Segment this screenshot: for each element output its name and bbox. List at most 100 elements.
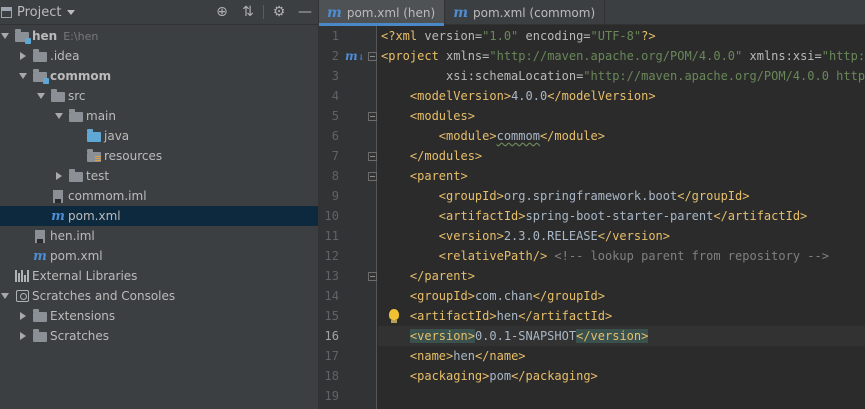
line-number: 18 <box>324 369 339 383</box>
maven-module-icon[interactable]: m↓ <box>345 49 364 63</box>
fold-end-icon[interactable] <box>368 152 377 161</box>
gutter-line: 17 <box>319 346 376 366</box>
tree-item-label: pom.xml <box>50 249 103 263</box>
fold-collapse-icon[interactable] <box>368 52 377 61</box>
chevron-down-icon[interactable] <box>18 66 28 86</box>
code-line[interactable]: xsi:schemaLocation="http://maven.apache.… <box>378 66 865 86</box>
fold-end-icon[interactable] <box>368 272 377 281</box>
tree-item[interactable]: resources <box>0 146 318 166</box>
code-line[interactable]: <modelVersion>4.0.0</modelVersion> <box>378 86 865 106</box>
code-token: xsi:schemaLocation= <box>381 69 584 83</box>
tree-item[interactable]: main <box>0 106 318 126</box>
toolbar-separator <box>263 5 264 19</box>
code-line[interactable]: <groupId>org.springframework.boot</group… <box>378 186 865 206</box>
tree-item[interactable]: commom <box>0 66 318 86</box>
code-line[interactable]: <relativePath/> <!-- lookup parent from … <box>378 246 865 266</box>
tree-item[interactable]: java <box>0 126 318 146</box>
code-token: </modules> <box>409 149 483 163</box>
hide-button[interactable]: — <box>292 0 318 25</box>
resources-folder-icon <box>86 146 102 166</box>
chevron-right-icon[interactable] <box>18 46 28 66</box>
code-token: com.chan <box>474 289 533 303</box>
code-line[interactable]: <version>0.0.1-SNAPSHOT</version> <box>378 326 865 346</box>
tree-item[interactable]: hen E:\hen <box>0 26 318 46</box>
editor-tab-label: pom.xml (hen) <box>346 5 436 20</box>
code-token: commom <box>496 129 540 143</box>
code-token: <groupId> <box>438 189 504 203</box>
gutter-line: 6 <box>319 126 376 146</box>
code-line[interactable]: <project xmlns="http://maven.apache.org/… <box>378 46 865 66</box>
chevron-down-icon[interactable] <box>0 26 10 46</box>
code-line[interactable]: </modules> <box>378 146 865 166</box>
code-token: </artifactId> <box>713 209 808 223</box>
tree-item[interactable]: Scratches <box>0 326 318 346</box>
tree-item[interactable]: test <box>0 166 318 186</box>
code-line[interactable]: <?xml version="1.0" encoding="UTF-8"?> <box>378 26 865 46</box>
code-token: <artifactId> <box>438 209 526 223</box>
code-line[interactable]: <module>commom</module> <box>378 126 865 146</box>
code-line[interactable]: <artifactId>hen</artifactId> <box>378 306 865 326</box>
tree-item[interactable]: Extensions <box>0 306 318 326</box>
chevron-down-icon[interactable] <box>54 106 64 126</box>
code-token: <modelVersion> <box>409 89 512 103</box>
editor-tab[interactable]: m pom.xml (commom) <box>445 0 606 25</box>
tree-item[interactable]: m pom.xml <box>0 206 318 226</box>
project-tool-window: Project ⊕ ⇅ ⚙ — hen E:\hen .idea commom src main… <box>0 0 318 409</box>
line-number: 12 <box>324 249 339 263</box>
project-window-icon <box>1 6 12 18</box>
line-number: 8 <box>331 169 339 183</box>
chevron-down-icon[interactable] <box>36 86 46 106</box>
fold-collapse-icon[interactable] <box>368 172 377 181</box>
code-token: <parent> <box>409 169 468 183</box>
tree-item[interactable]: External Libraries <box>0 266 318 286</box>
line-number: 10 <box>324 209 339 223</box>
code-line[interactable]: <parent> <box>378 166 865 186</box>
code-line[interactable]: <groupId>com.chan</groupId> <box>378 286 865 306</box>
code-line[interactable]: </parent> <box>378 266 865 286</box>
code-line[interactable] <box>378 386 865 406</box>
folder-icon <box>68 166 84 186</box>
code-token: </version> <box>576 329 649 343</box>
chevron-down-icon[interactable] <box>0 286 10 306</box>
code-token: xmlns= <box>446 49 490 63</box>
iml-file-icon <box>32 226 48 246</box>
code-lines[interactable]: <?xml version="1.0" encoding="UTF-8"?> <p… <box>378 26 865 409</box>
collapse-all-button[interactable]: ⇅ <box>235 0 261 25</box>
code-editor[interactable]: 1 2 m↓ 3 4 5 6 7 8 9 10 11 12 13 14 15 16 17 18 19 <?xml ve… <box>319 26 865 409</box>
chevron-right-icon[interactable] <box>18 306 28 326</box>
tree-item[interactable]: hen.iml <box>0 226 318 246</box>
code-line[interactable]: <artifactId>spring-boot-starter-parent</… <box>378 206 865 226</box>
project-view-selector[interactable]: Project <box>0 0 76 25</box>
tree-item[interactable]: .idea <box>0 46 318 66</box>
code-line[interactable]: <version>2.3.0.RELEASE</version> <box>378 226 865 246</box>
tree-item[interactable]: Scratches and Consoles <box>0 286 318 306</box>
tree-item-label: java <box>104 129 130 143</box>
tree-item-label: hen <box>32 29 58 43</box>
tree-item[interactable]: commom.iml <box>0 186 318 206</box>
gear-icon: ⚙ <box>272 4 286 20</box>
code-token: 0.0.1-SNAPSHOT <box>474 329 577 343</box>
code-token: </module> <box>539 129 605 143</box>
intention-bulb-icon[interactable] <box>389 309 399 323</box>
gear-button[interactable]: ⚙ <box>266 0 292 25</box>
code-token: </version> <box>597 229 670 243</box>
folder-icon <box>50 86 66 106</box>
chevron-right-icon[interactable] <box>18 326 28 346</box>
code-token: "UTF-8" <box>590 29 642 43</box>
crosshair-button[interactable]: ⊕ <box>209 0 235 25</box>
code-line[interactable]: <name>hen</name> <box>378 346 865 366</box>
fold-collapse-icon[interactable] <box>368 112 377 121</box>
code-line[interactable]: <modules> <box>378 106 865 126</box>
project-tree: hen E:\hen .idea commom src main java resources… <box>0 26 318 346</box>
tree-item[interactable]: src <box>0 86 318 106</box>
code-token: xmlns:xsi= <box>742 49 822 63</box>
chevron-down-icon <box>67 9 76 15</box>
chevron-right-icon[interactable] <box>54 166 64 186</box>
editor-tab[interactable]: m pom.xml (hen) <box>319 0 446 26</box>
tree-item[interactable]: m pom.xml <box>0 246 318 266</box>
gutter-line: 4 <box>319 86 376 106</box>
code-line[interactable]: <packaging>pom</packaging> <box>378 366 865 386</box>
line-number: 17 <box>324 349 339 363</box>
